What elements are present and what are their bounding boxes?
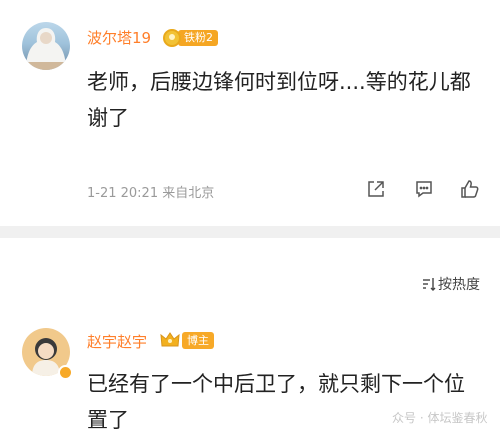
user-name[interactable]: 赵宇赵宇 (87, 331, 147, 352)
comment-text: 老师，后腰边锋何时到位呀....等的花儿都谢了 (87, 70, 471, 130)
avatar[interactable] (22, 22, 70, 70)
verified-icon (58, 365, 73, 380)
user-name[interactable]: 波尔塔19 (87, 27, 151, 48)
section-divider (0, 226, 500, 238)
share-button[interactable] (366, 179, 386, 199)
medal-icon (163, 29, 181, 47)
fan-badge[interactable]: 铁粉2 (163, 29, 218, 47)
comment-text: 已经有了一个中后卫了，就只剩下一个位置了 (87, 372, 465, 432)
comment-button[interactable] (414, 179, 434, 199)
watermark: 众号 · 体坛鉴春秋 (392, 411, 488, 425)
like-icon (461, 180, 479, 198)
sort-label: 按热度 (438, 277, 480, 293)
like-button[interactable] (460, 179, 480, 199)
host-badge: 博主 (160, 331, 214, 349)
comment-icon (416, 181, 432, 198)
sort-icon (423, 278, 436, 291)
share-icon (368, 181, 384, 197)
comment-meta: 1-21 20:21 来自北京 (87, 186, 215, 201)
crown-icon (160, 332, 180, 347)
fan-badge-label: 铁粉2 (178, 30, 218, 46)
sort-button[interactable]: 按热度 (422, 274, 480, 294)
host-badge-label: 博主 (182, 331, 214, 349)
